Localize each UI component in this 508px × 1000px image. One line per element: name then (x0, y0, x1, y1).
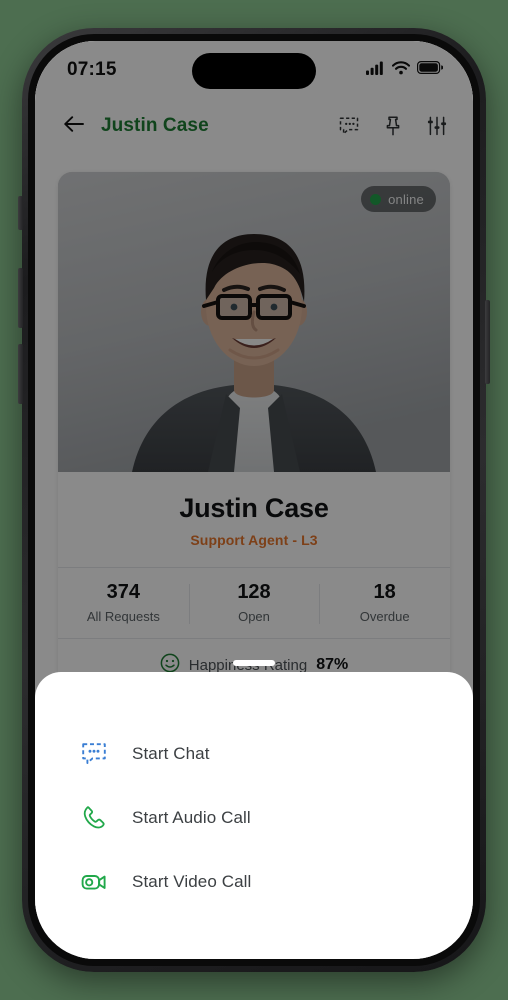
action-bottom-sheet: Start Chat Start Audio Call Start Video … (35, 672, 473, 959)
video-camera-icon (79, 867, 109, 897)
volume-down-button[interactable] (18, 344, 23, 404)
sheet-item-label: Start Chat (132, 744, 210, 763)
sheet-item-label: Start Audio Call (132, 808, 251, 827)
chat-bubble-dots-icon (79, 739, 109, 769)
silent-switch-button[interactable] (18, 196, 23, 230)
sheet-item-start-chat[interactable]: Start Chat (35, 722, 473, 786)
phone-handset-icon (79, 803, 109, 833)
power-button[interactable] (485, 300, 490, 384)
sheet-item-start-audio-call[interactable]: Start Audio Call (35, 786, 473, 850)
volume-up-button[interactable] (18, 268, 23, 328)
sheet-drag-handle[interactable] (233, 660, 275, 666)
sheet-item-label: Start Video Call (132, 872, 252, 891)
screenshot-stage: 07:15 Justin Case online Justin Case Sup… (0, 0, 508, 1000)
sheet-item-start-video-call[interactable]: Start Video Call (35, 850, 473, 914)
phone-screen: 07:15 Justin Case online Justin Case Sup… (35, 41, 473, 959)
